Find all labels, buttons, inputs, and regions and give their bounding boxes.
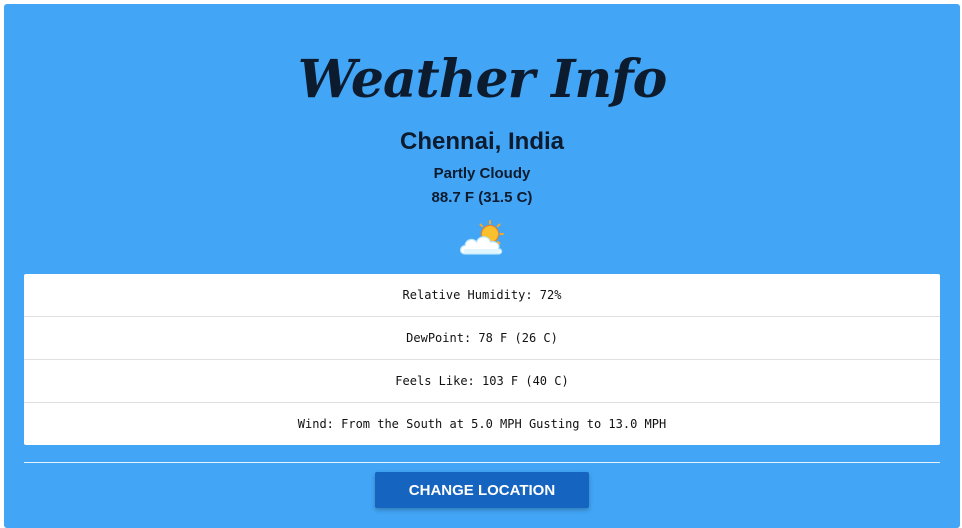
weather-panel: Weather Info Chennai, India Partly Cloud… <box>4 4 960 528</box>
partly-cloudy-icon <box>459 220 504 255</box>
temperature-reading: 88.7 F (31.5 C) <box>431 189 533 206</box>
change-location-button[interactable]: CHANGE LOCATION <box>375 472 589 508</box>
dewpoint-item: DewPoint: 78 F (26 C) <box>24 317 940 360</box>
weather-condition: Partly Cloudy <box>433 165 531 182</box>
wind-item: Wind: From the South at 5.0 MPH Gusting … <box>297 417 667 431</box>
humidity-item: Relative Humidity: 72% <box>24 274 940 317</box>
divider <box>24 462 940 463</box>
feels-like-item: Feels Like: 103 F (40 C) <box>24 360 940 403</box>
location-name: Chennai, India <box>399 128 564 155</box>
page-title: Weather Info <box>297 49 668 110</box>
weather-details-list: Relative Humidity: 72% DewPoint: 78 F (2… <box>24 274 940 445</box>
